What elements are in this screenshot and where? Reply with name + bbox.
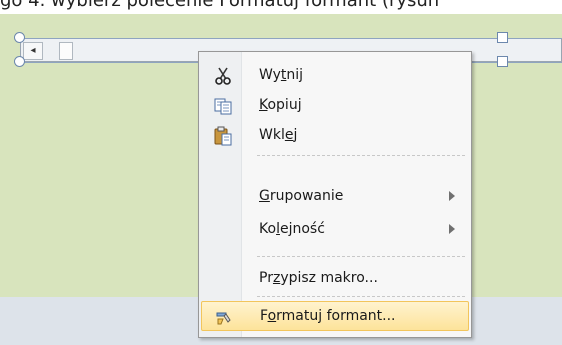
submenu-arrow-icon [449,191,455,201]
context-menu: Wytnij Kopiuj Wklej Grupowanie Kolejność… [198,51,472,338]
menu-item-copy[interactable]: Kopiuj [201,91,469,121]
menu-item-label: Wytnij [259,67,304,83]
resize-handle-top-left[interactable] [14,32,25,43]
menu-item-cut[interactable]: Wytnij [201,61,469,91]
menu-item-label: Kolejność [259,221,325,237]
menu-item-grouping[interactable]: Grupowanie [201,182,469,212]
menu-item-label: Grupowanie [259,188,344,204]
scroll-thumb[interactable] [59,42,73,60]
resize-handle-bottom-middle[interactable] [497,56,508,67]
menu-item-assign-macro[interactable]: Przypisz makro... [201,264,469,294]
menu-separator [257,256,465,257]
menu-item-label: Kopiuj [259,97,302,113]
copy-icon [213,96,233,116]
scroll-left-arrow-icon[interactable]: ◂ [23,42,43,60]
menu-item-format-control[interactable]: Formatuj formant... [201,301,469,331]
format-control-icon [214,307,234,327]
menu-item-order[interactable]: Kolejność [201,215,469,245]
menu-item-label: Wklej [259,127,298,143]
selection-outline-top [20,38,562,39]
menu-separator [257,296,465,297]
menu-item-paste[interactable]: Wklej [201,121,469,151]
instruction-caption: go 4. wybierz polecenie Formatuj formant… [0,0,440,11]
resize-handle-top-middle[interactable] [497,32,508,43]
submenu-arrow-icon [449,224,455,234]
menu-separator [257,155,465,156]
paste-icon [213,126,233,146]
menu-item-label: Formatuj formant... [260,308,396,324]
scissors-icon [213,66,233,86]
menu-item-label: Przypisz makro... [259,270,378,286]
resize-handle-bottom-left[interactable] [14,56,25,67]
